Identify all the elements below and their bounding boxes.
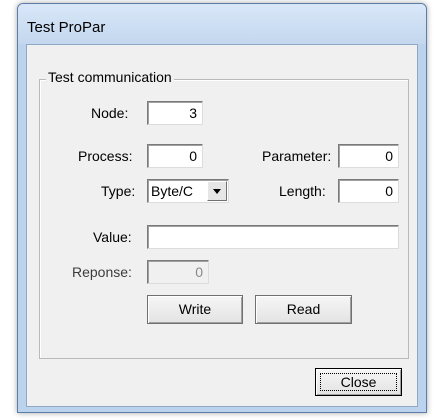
value-input[interactable] [147,225,399,249]
node-input[interactable]: 3 [147,101,203,125]
type-select-value: Byte/C [151,183,194,199]
process-input[interactable]: 0 [147,144,203,168]
length-label: Length: [279,183,326,199]
value-label: Value: [93,229,132,245]
close-button[interactable]: Close [315,368,402,396]
type-label: Type: [101,183,136,199]
process-label: Process: [78,148,133,164]
length-input[interactable]: 0 [338,179,399,203]
node-label: Node: [91,105,129,121]
chevron-down-icon[interactable] [207,181,227,201]
write-button[interactable]: Write [147,295,243,324]
dialog-body: Test communication Node: 3 Process: 0 Pa… [26,44,418,407]
title-bar[interactable]: Test ProPar [18,4,426,44]
response-label: Reponse: [72,264,132,280]
focus-rectangle [320,373,397,391]
parameter-input[interactable]: 0 [338,144,399,168]
window-title: Test ProPar [27,19,106,36]
type-select[interactable]: Byte/C [147,179,229,203]
response-output: 0 [147,260,209,284]
dialog-window: Test ProPar Test communication Node: 3 P… [17,3,427,413]
read-button[interactable]: Read [255,295,352,324]
parameter-label: Parameter: [262,148,332,164]
group-title: Test communication [46,69,174,85]
